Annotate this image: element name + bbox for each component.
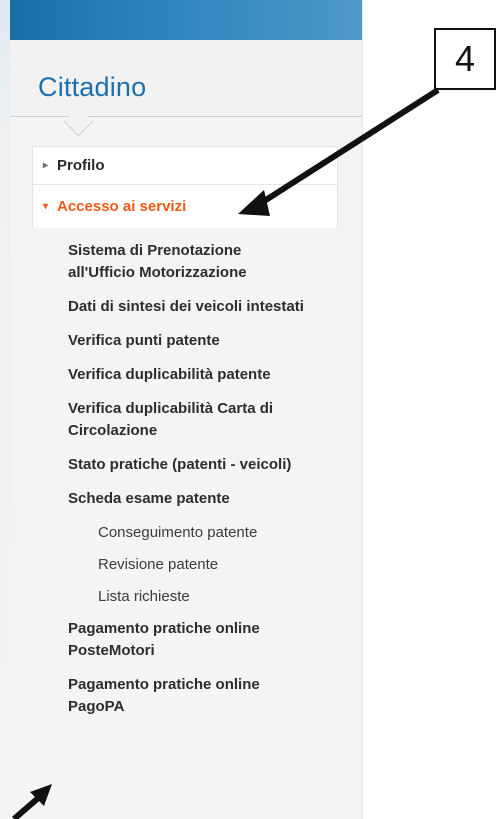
header-banner (10, 0, 362, 40)
service-link-dati-sintesi[interactable]: Dati di sintesi dei veicoli intestati (68, 296, 308, 318)
scheda-link-revisione[interactable]: Revisione patente (68, 554, 338, 576)
nav-item-profilo[interactable]: ▸ Profilo (32, 146, 338, 184)
service-link-postemotori[interactable]: Pagamento pratiche online PosteMotori (68, 618, 308, 662)
annotation-callout-box: 4 (434, 28, 496, 90)
scheda-link-lista-richieste[interactable]: Lista richieste (68, 586, 338, 608)
service-link-scheda-esame[interactable]: Scheda esame patente (68, 488, 308, 510)
panel-right-border (362, 0, 363, 819)
panel-header: Cittadino (10, 40, 362, 117)
sidebar-nav: ▸ Profilo ▾ Accesso ai servizi Sistema d… (32, 146, 338, 730)
caret-right-icon: ▸ (43, 160, 49, 171)
nav-item-label: Profilo (57, 157, 105, 174)
services-submenu: Sistema di Prenotazione all'Ufficio Moto… (32, 228, 338, 718)
annotation-number: 4 (454, 38, 476, 79)
scheda-link-conseguimento[interactable]: Conseguimento patente (68, 522, 338, 544)
service-link-stato-pratiche[interactable]: Stato pratiche (patenti - veicoli) (68, 454, 308, 476)
nav-item-label: Accesso ai servizi (57, 198, 187, 215)
service-link-duplicabilita-carta[interactable]: Verifica duplicabilità Carta di Circolaz… (68, 398, 308, 442)
service-link-punti-patente[interactable]: Verifica punti patente (68, 330, 308, 352)
caret-down-icon: ▾ (43, 201, 49, 212)
nav-item-accesso-ai-servizi[interactable]: ▾ Accesso ai servizi (32, 184, 338, 228)
left-background-strip (0, 0, 10, 819)
service-link-pagopa[interactable]: Pagamento pratiche online PagoPA (68, 674, 308, 718)
service-link-duplicabilita-patente[interactable]: Verifica duplicabilità patente (68, 364, 308, 386)
sidebar-panel: Cittadino ▸ Profilo ▾ Accesso ai servizi… (10, 0, 362, 819)
service-link-prenotazione[interactable]: Sistema di Prenotazione all'Ufficio Moto… (68, 240, 308, 284)
panel-title: Cittadino (38, 72, 147, 102)
